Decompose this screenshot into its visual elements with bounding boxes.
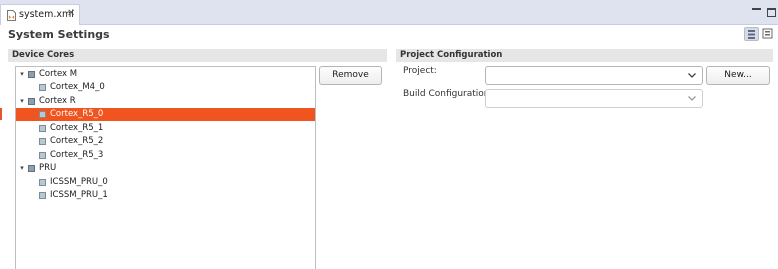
remove-button[interactable]: Remove	[319, 66, 382, 85]
chevron-down-icon	[688, 73, 696, 78]
tree-group-cortex-m[interactable]: ▾ Cortex M	[16, 68, 315, 81]
new-project-button[interactable]: New...	[706, 66, 770, 85]
editor-area: System Settings Device Cores ▾ Cortex M …	[0, 25, 778, 269]
xml-file-icon	[7, 10, 16, 21]
expand-icon[interactable]: ▾	[18, 162, 26, 175]
tree-item-cortex-r5-0[interactable]: Cortex_R5_0	[16, 108, 315, 121]
core-icon	[39, 192, 46, 199]
build-config-label: Build Configuration:	[403, 89, 493, 99]
expand-icon[interactable]: ▾	[18, 68, 26, 81]
core-icon	[39, 111, 46, 118]
core-group-icon	[28, 165, 35, 172]
tree-group-pru[interactable]: ▾ PRU	[16, 162, 315, 175]
tree-layout-icon[interactable]	[744, 27, 759, 41]
project-label: Project:	[403, 66, 437, 76]
maximize-icon[interactable]	[767, 8, 776, 17]
tree-group-cortex-r[interactable]: ▾ Cortex R	[16, 95, 315, 108]
tab-system-xml[interactable]: system.xml ✕	[0, 4, 80, 26]
tree-item-cortex-r5-3[interactable]: Cortex_R5_3	[16, 149, 315, 162]
tree-item-cortex-m4-0[interactable]: Cortex_M4_0	[16, 81, 315, 94]
selection-marker	[0, 108, 2, 120]
tree-item-label: Cortex_R5_1	[50, 123, 104, 133]
device-cores-header: Device Cores	[8, 49, 387, 62]
tree-group-label: PRU	[39, 163, 57, 173]
core-icon	[39, 179, 46, 186]
core-group-icon	[28, 98, 35, 105]
close-icon[interactable]: ✕	[67, 8, 75, 19]
project-config-header: Project Configuration	[396, 49, 773, 62]
tree-item-label: ICSSM_PRU_1	[50, 190, 108, 200]
build-config-combo[interactable]	[485, 89, 703, 108]
core-group-icon	[28, 71, 35, 78]
chevron-down-icon	[688, 96, 696, 101]
form-layout-icon[interactable]	[761, 27, 776, 41]
core-icon	[39, 125, 46, 132]
core-icon	[39, 138, 46, 145]
core-icon	[39, 84, 46, 91]
tree-group-label: Cortex R	[39, 96, 76, 106]
tree-item-label: Cortex_M4_0	[50, 82, 105, 92]
page-title: System Settings	[8, 28, 110, 41]
tree-item-icssm-pru-1[interactable]: ICSSM_PRU_1	[16, 189, 315, 202]
tree-item-label: Cortex_R5_2	[50, 136, 104, 146]
project-combo[interactable]	[485, 66, 703, 85]
expand-icon[interactable]: ▾	[18, 95, 26, 108]
tree-item-cortex-r5-2[interactable]: Cortex_R5_2	[16, 135, 315, 148]
minimize-icon[interactable]	[752, 8, 761, 10]
tree-item-cortex-r5-1[interactable]: Cortex_R5_1	[16, 122, 315, 135]
tree-group-label: Cortex M	[39, 69, 78, 79]
tree-item-icssm-pru-0[interactable]: ICSSM_PRU_0	[16, 176, 315, 189]
core-icon	[39, 152, 46, 159]
tab-label: system.xml	[19, 9, 74, 20]
editor-tab-strip: system.xml ✕	[0, 0, 778, 26]
device-cores-tree[interactable]: ▾ Cortex M Cortex_M4_0 ▾ Cortex R Cortex…	[15, 66, 316, 269]
tree-item-label: Cortex_R5_0	[50, 109, 104, 119]
tree-item-label: ICSSM_PRU_0	[50, 177, 108, 187]
tree-item-label: Cortex_R5_3	[50, 150, 104, 160]
